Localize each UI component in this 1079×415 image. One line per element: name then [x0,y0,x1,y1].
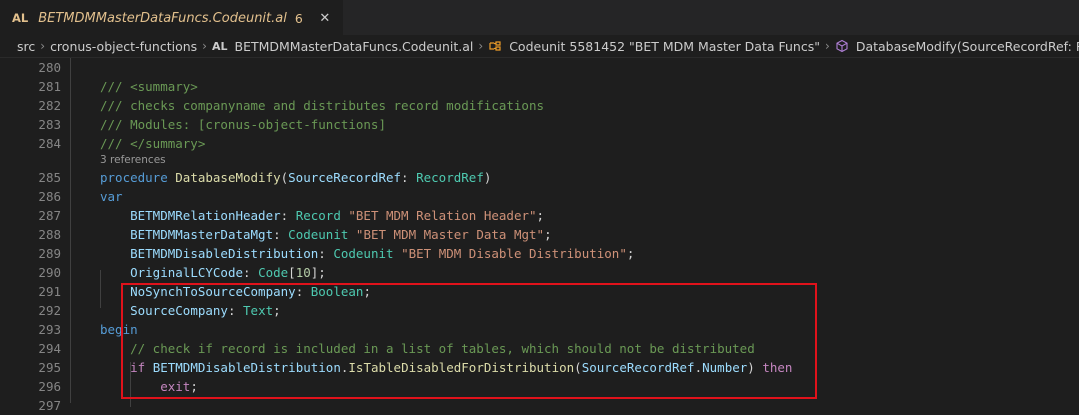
line-number: 286 [38,189,61,204]
code-line: 289 BETMDMDisableDistribution: Codeunit … [0,244,1079,263]
code-line: 280 [0,58,1079,77]
doc-comment: /// <summary> [100,79,198,94]
editor-tab-active[interactable]: AL BETMDMMasterDataFuncs.Codeunit.al 6 ✕ [0,0,343,35]
chevron-right-icon: › [478,39,484,53]
code-line: 291 NoSynchToSourceCompany: Boolean; [0,282,1079,301]
breadcrumb-object[interactable]: Codeunit 5581452 "BET MDM Master Data Fu… [488,39,820,54]
doc-comment: /// </summary> [100,136,206,151]
code-line: 290 OriginalLCYCode: Code[10]; [0,263,1079,282]
code-line: 285 procedure DatabaseModify(SourceRecord… [0,168,1079,187]
doc-comment: /// Modules: [cronus-object-functions] [100,117,386,132]
line-number: 296 [38,379,61,394]
doc-comment: /// checks companyname and distributes r… [100,98,545,113]
editor-tab-bar: AL BETMDMMasterDataFuncs.Codeunit.al 6 ✕ [0,0,1079,35]
code-line: 295 if BETMDMDisableDistribution.IsTable… [0,358,1079,377]
symbol-method-icon [835,39,849,53]
line-number: 294 [38,341,61,356]
code-line: 292 SourceCompany: Text; [0,301,1079,320]
line-number: 291 [38,284,61,299]
code-line: 294 // check if record is included in a … [0,339,1079,358]
al-file-icon: AL [211,39,228,53]
code-line: 287 BETMDMRelationHeader: Record "BET MD… [0,206,1079,225]
code-line: 288 BETMDMMasterDataMgt: Codeunit "BET M… [0,225,1079,244]
close-icon[interactable]: ✕ [317,11,333,26]
code-line: 286 var [0,187,1079,206]
code-line: 281 /// <summary> [0,77,1079,96]
line-number: 280 [38,60,61,75]
breadcrumb-src[interactable]: src [17,39,35,54]
tab-filename: BETMDMMasterDataFuncs.Codeunit.al [38,10,287,26]
breadcrumb-folder[interactable]: cronus-object-functions [50,39,197,54]
code-line: 283 /// Modules: [cronus-object-functions… [0,115,1079,134]
symbol-class-icon [488,39,502,53]
code-line: 293 begin [0,320,1079,339]
line-number: 290 [38,265,61,280]
line-number: 284 [38,136,61,151]
line-number: 297 [38,398,61,413]
code-editor[interactable]: 280 281 /// <summary> 282 /// checks compa… [0,58,1079,415]
line-number: 289 [38,246,61,261]
breadcrumb-file[interactable]: AL BETMDMMasterDataFuncs.Codeunit.al [212,39,473,54]
line-number: 282 [38,98,61,113]
chevron-right-icon: › [202,39,207,53]
chevron-right-icon: › [40,39,46,53]
line-number: 285 [38,170,61,185]
line-number: 283 [38,117,61,132]
code-line: 282 /// checks companyname and distribute… [0,96,1079,115]
chevron-right-icon: › [825,39,830,53]
line-number: 281 [38,79,61,94]
al-file-icon: AL [12,11,29,25]
line-number: 288 [38,227,61,242]
code-comment: // check if record is included in a list… [130,341,755,356]
code-line: 284 /// </summary> [0,134,1079,153]
problems-count-badge: 6 [294,10,303,26]
procedure-name: DatabaseModify [175,170,281,185]
line-number: 287 [38,208,61,223]
code-line: 296 exit; [0,377,1079,396]
line-number: 292 [38,303,61,318]
line-number: 293 [38,322,61,337]
line-number: 295 [38,360,61,375]
breadcrumb: src › cronus-object-functions › AL BETMD… [0,35,1079,58]
code-line: 297 [0,396,1079,415]
breadcrumb-method[interactable]: DatabaseModify(SourceRecordRef: RecordRe… [835,39,1079,54]
codelens-references[interactable]: 3 references [0,153,1079,168]
